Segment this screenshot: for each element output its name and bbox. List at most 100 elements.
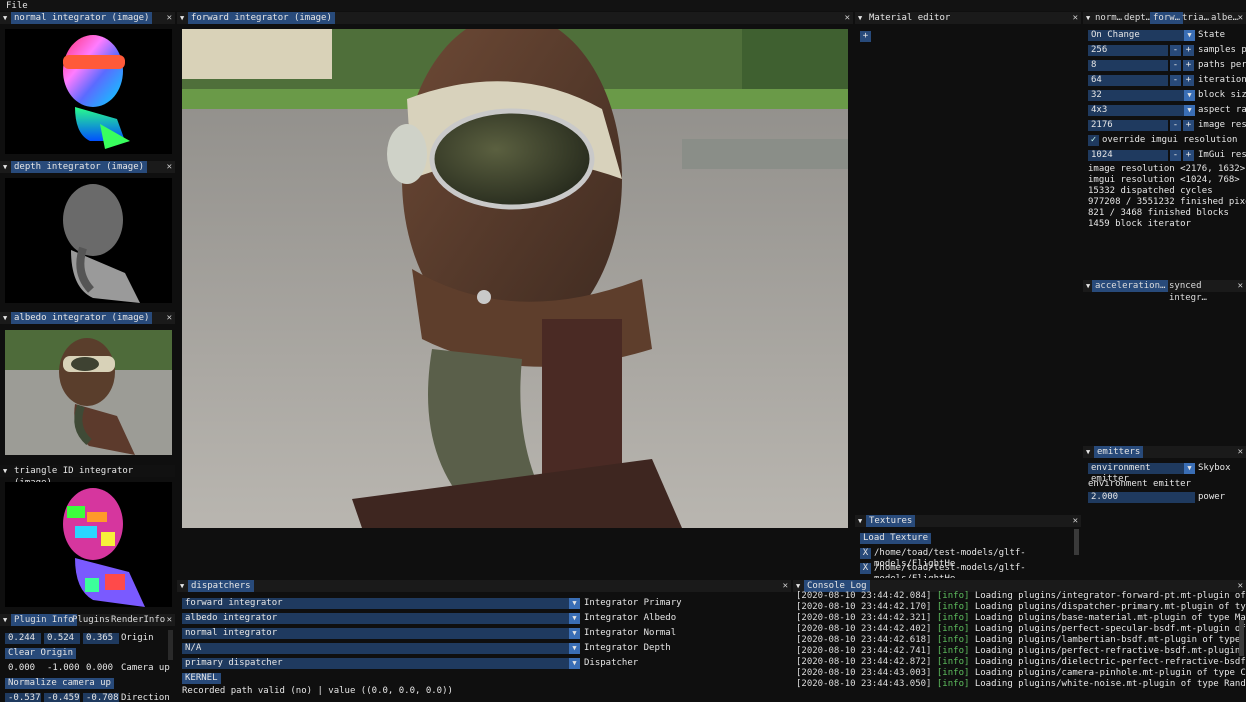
emitter-select[interactable]: environment emitter: [1088, 463, 1184, 484]
aspect-ratio-select[interactable]: 4x3: [1088, 105, 1184, 116]
scrollbar[interactable]: [168, 630, 173, 660]
camera-up-z-input[interactable]: 0.000: [83, 663, 119, 674]
decrement-button[interactable]: -: [1170, 60, 1181, 71]
chevron-down-icon[interactable]: ▼: [569, 598, 580, 609]
tab-renderinfo[interactable]: RenderInfo: [108, 614, 168, 626]
emitter-type-label: Skybox: [1198, 463, 1231, 473]
tab-synced-integrator[interactable]: synced integr…: [1166, 280, 1246, 303]
decrement-button[interactable]: -: [1170, 120, 1181, 131]
increment-button[interactable]: +: [1183, 120, 1194, 131]
decrement-button[interactable]: -: [1170, 150, 1181, 161]
iterations-input[interactable]: 64: [1088, 75, 1168, 86]
paths-input[interactable]: 8: [1088, 60, 1168, 71]
close-icon[interactable]: ✕: [783, 580, 788, 592]
scrollbar[interactable]: [1239, 620, 1244, 656]
window-titlebar[interactable]: ▼ depth integrator (image) ✕: [0, 161, 175, 173]
chevron-down-icon[interactable]: ▼: [569, 658, 580, 669]
tab-albe[interactable]: albe…: [1208, 12, 1241, 24]
camera-up-x-input[interactable]: 0.000: [5, 663, 41, 674]
chevron-down-icon[interactable]: ▼: [1184, 105, 1195, 116]
chevron-down-icon[interactable]: ▼: [569, 613, 580, 624]
log-timestamp: [2020-08-10 23:44:42.321]: [796, 613, 932, 623]
add-material-button[interactable]: +: [860, 31, 871, 42]
decrement-button[interactable]: -: [1170, 75, 1181, 86]
increment-button[interactable]: +: [1183, 150, 1194, 161]
close-icon[interactable]: ✕: [167, 614, 172, 626]
window-titlebar[interactable]: ▼ Textures ✕: [855, 515, 1081, 527]
log-timestamp: [2020-08-10 23:44:42.618]: [796, 635, 932, 645]
collapse-icon[interactable]: ▼: [796, 582, 800, 590]
clear-origin-button[interactable]: Clear Origin: [5, 648, 77, 659]
imgui-resolution-input[interactable]: 1024: [1088, 150, 1168, 161]
chevron-down-icon[interactable]: ▼: [569, 643, 580, 654]
chevron-down-icon[interactable]: ▼: [1184, 463, 1195, 474]
collapse-icon[interactable]: ▼: [3, 314, 7, 322]
collapse-icon[interactable]: ▼: [180, 14, 184, 22]
origin-y-input[interactable]: 0.524: [44, 633, 80, 644]
override-checkbox[interactable]: ✓: [1088, 135, 1099, 146]
scrollbar[interactable]: [1074, 529, 1079, 555]
tab-acceleration[interactable]: acceleration…: [1092, 280, 1169, 292]
direction-x-input[interactable]: -0.537: [5, 693, 41, 702]
collapse-icon[interactable]: ▼: [3, 163, 7, 171]
log-timestamp: [2020-08-10 23:44:43.003]: [796, 668, 932, 678]
dispatcher-select[interactable]: primary dispatcher: [182, 658, 569, 669]
close-icon[interactable]: ✕: [167, 312, 172, 324]
close-icon[interactable]: ✕: [1238, 446, 1243, 458]
load-texture-button[interactable]: Load Texture: [860, 533, 932, 544]
tab-plugins[interactable]: Plugins: [69, 614, 113, 626]
window-titlebar[interactable]: ▼ emitters ✕: [1083, 446, 1246, 458]
kernel-button[interactable]: KERNEL: [182, 673, 221, 684]
increment-button[interactable]: +: [1183, 60, 1194, 71]
close-icon[interactable]: ✕: [1073, 12, 1078, 24]
increment-button[interactable]: +: [1183, 45, 1194, 56]
dispatcher-select[interactable]: normal integrator: [182, 628, 569, 639]
remove-texture-button[interactable]: X: [860, 548, 871, 559]
collapse-icon[interactable]: ▼: [858, 14, 862, 22]
direction-y-input[interactable]: -0.459: [44, 693, 80, 702]
log-level: [info]: [936, 624, 970, 634]
close-icon[interactable]: ✕: [167, 12, 172, 24]
window-titlebar[interactable]: ▼ albedo integrator (image) ✕: [0, 312, 175, 324]
dispatcher-select[interactable]: N/A: [182, 643, 569, 654]
window-titlebar[interactable]: ▼ dispatchers ✕: [177, 580, 791, 592]
dispatcher-select[interactable]: forward integrator: [182, 598, 569, 609]
chevron-down-icon[interactable]: ▼: [1184, 30, 1195, 41]
camera-up-y-input[interactable]: -1.000: [44, 663, 80, 674]
origin-z-input[interactable]: 0.365: [83, 633, 119, 644]
increment-button[interactable]: +: [1183, 75, 1194, 86]
remove-texture-button[interactable]: X: [860, 563, 871, 574]
chevron-down-icon[interactable]: ▼: [569, 628, 580, 639]
window-titlebar[interactable]: ▼ triangle ID integrator (image): [0, 465, 175, 488]
close-icon[interactable]: ✕: [1237, 280, 1243, 292]
power-input[interactable]: 2.000: [1088, 492, 1195, 503]
normalize-camera-up-button[interactable]: Normalize camera up: [5, 678, 114, 689]
recorded-path-status: Recorded path valid (no) | value ((0.0, …: [182, 686, 453, 696]
decrement-button[interactable]: -: [1170, 45, 1181, 56]
window-titlebar[interactable]: ▼ forward integrator (image) ✕: [177, 12, 853, 24]
collapse-icon[interactable]: ▼: [1086, 14, 1090, 22]
collapse-icon[interactable]: ▼: [3, 14, 7, 22]
origin-x-input[interactable]: 0.244: [5, 633, 41, 644]
close-icon[interactable]: ✕: [845, 12, 850, 24]
close-icon[interactable]: ✕: [167, 161, 172, 173]
state-select[interactable]: On Change: [1088, 30, 1184, 41]
collapse-icon[interactable]: ▼: [1086, 448, 1090, 456]
collapse-icon[interactable]: ▼: [3, 616, 7, 624]
collapse-icon[interactable]: ▼: [180, 582, 184, 590]
collapse-icon[interactable]: ▼: [3, 467, 7, 475]
samples-input[interactable]: 256: [1088, 45, 1168, 56]
window-titlebar[interactable]: ▼ normal integrator (image) ✕: [0, 12, 175, 24]
image-resolution-input[interactable]: 2176: [1088, 120, 1168, 131]
chevron-down-icon[interactable]: ▼: [1184, 90, 1195, 101]
block-size-select[interactable]: 32: [1088, 90, 1184, 101]
collapse-icon[interactable]: ▼: [1086, 282, 1090, 290]
menu-file[interactable]: File: [6, 1, 28, 11]
tab-plugin-info[interactable]: Plugin Info: [11, 614, 77, 626]
collapse-icon[interactable]: ▼: [858, 517, 862, 525]
direction-z-input[interactable]: -0.708: [83, 693, 119, 702]
close-icon[interactable]: ✕: [1073, 515, 1078, 527]
window-titlebar[interactable]: ▼ Material editor ✕: [855, 12, 1081, 24]
dispatcher-select[interactable]: albedo integrator: [182, 613, 569, 624]
close-icon[interactable]: ✕: [1237, 12, 1243, 24]
